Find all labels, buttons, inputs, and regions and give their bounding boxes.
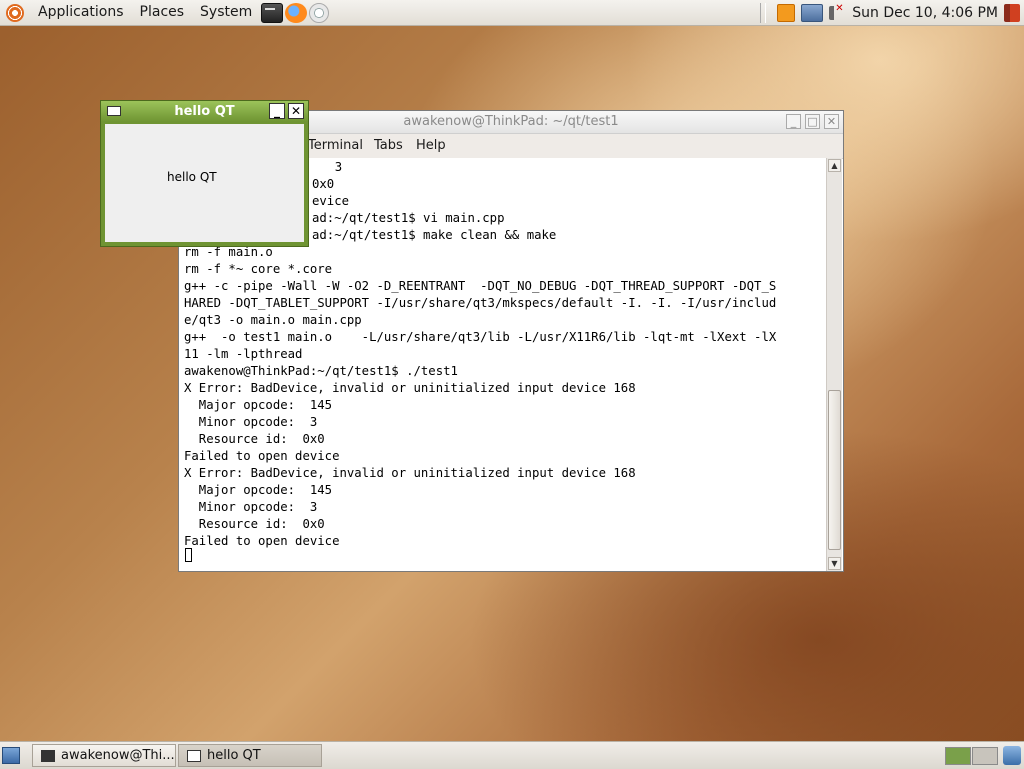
logout-icon[interactable] bbox=[1004, 3, 1020, 22]
terminal-line: Major opcode: 145 bbox=[184, 398, 333, 412]
terminal-menu[interactable]: Terminal bbox=[308, 138, 363, 153]
window-icon bbox=[187, 750, 201, 762]
taskbar-item-label: awakenow@Thi... bbox=[61, 748, 175, 763]
update-notifier-icon[interactable] bbox=[777, 3, 796, 22]
workspace-2[interactable] bbox=[972, 747, 998, 765]
terminal-line: evice bbox=[312, 194, 350, 208]
terminal-line: 3 bbox=[320, 160, 343, 174]
terminal-icon bbox=[41, 750, 55, 762]
evolution-mail-icon[interactable] bbox=[309, 2, 330, 23]
window-menu-icon[interactable] bbox=[107, 106, 121, 116]
qt-close-button[interactable]: ✕ bbox=[288, 103, 304, 119]
terminal-line: rm -f *~ core *.core bbox=[184, 262, 333, 276]
terminal-line: Failed to open device bbox=[184, 534, 340, 548]
volume-muted-icon[interactable] bbox=[829, 3, 844, 20]
text-cursor bbox=[185, 548, 192, 562]
terminal-line: g++ -c -pipe -Wall -W -O2 -D_REENTRANT -… bbox=[184, 279, 777, 293]
terminal-line: e/qt3 -o main.o main.cpp bbox=[184, 313, 362, 327]
terminal-line: HARED -DQT_TABLET_SUPPORT -I/usr/share/q… bbox=[184, 296, 777, 310]
trash-icon[interactable] bbox=[1003, 746, 1021, 765]
places-menu[interactable]: Places bbox=[132, 0, 193, 25]
ubuntu-logo-icon[interactable] bbox=[6, 3, 24, 22]
qt-titlebar[interactable]: hello QT _ ✕ bbox=[101, 101, 308, 122]
qt-window: hello QT _ ✕ hello QT bbox=[100, 100, 309, 247]
hello-label: hello QT bbox=[167, 170, 217, 184]
scrollbar-thumb[interactable] bbox=[828, 390, 841, 550]
system-menu[interactable]: System bbox=[192, 0, 260, 25]
bottom-panel: awakenow@Thi... hello QT bbox=[0, 741, 1024, 769]
scroll-down-arrow-icon[interactable]: ▼ bbox=[828, 557, 841, 570]
terminal-line: 11 -lm -lpthread bbox=[184, 347, 303, 361]
terminal-title: awakenow@ThinkPad: ~/qt/test1 bbox=[403, 114, 619, 129]
applications-menu[interactable]: Applications bbox=[30, 0, 132, 25]
terminal-line: 0x0 bbox=[312, 177, 335, 191]
terminal-line: Minor opcode: 3 bbox=[184, 415, 318, 429]
terminal-line: Resource id: 0x0 bbox=[184, 517, 325, 531]
terminal-line: Failed to open device bbox=[184, 449, 340, 463]
terminal-launcher-icon[interactable] bbox=[261, 2, 284, 23]
terminal-scrollbar[interactable]: ▲ ▼ bbox=[826, 158, 842, 571]
top-panel: Applications Places System Sun Dec 10, 4… bbox=[0, 0, 1024, 26]
qt-minimize-button[interactable]: _ bbox=[269, 103, 285, 119]
taskbar-item-terminal[interactable]: awakenow@Thi... bbox=[32, 744, 176, 767]
maximize-button[interactable]: □ bbox=[805, 114, 820, 129]
terminal-line: X Error: BadDevice, invalid or uninitial… bbox=[184, 466, 636, 480]
minimize-button[interactable]: _ bbox=[786, 114, 801, 129]
close-button[interactable]: ✕ bbox=[824, 114, 839, 129]
terminal-line: awakenow@ThinkPad:~/qt/test1$ ./test1 bbox=[184, 364, 458, 378]
clock[interactable]: Sun Dec 10, 4:06 PM bbox=[852, 5, 998, 21]
show-desktop-icon[interactable] bbox=[2, 747, 20, 764]
taskbar-item-hello-qt[interactable]: hello QT bbox=[178, 744, 322, 767]
terminal-line: Minor opcode: 3 bbox=[184, 500, 318, 514]
taskbar-item-label: hello QT bbox=[207, 748, 261, 763]
terminal-line: Resource id: 0x0 bbox=[184, 432, 325, 446]
terminal-line: X Error: BadDevice, invalid or uninitial… bbox=[184, 381, 636, 395]
panel-separator bbox=[760, 2, 767, 23]
terminal-line: ad:~/qt/test1$ make clean && make bbox=[312, 228, 557, 242]
help-menu[interactable]: Help bbox=[416, 138, 446, 153]
terminal-line: ad:~/qt/test1$ vi main.cpp bbox=[312, 211, 505, 225]
network-icon[interactable] bbox=[801, 3, 824, 22]
qt-client-area: hello QT bbox=[105, 124, 304, 242]
terminal-line: Major opcode: 145 bbox=[184, 483, 333, 497]
firefox-icon[interactable] bbox=[285, 2, 308, 23]
tabs-menu[interactable]: Tabs bbox=[374, 138, 403, 153]
terminal-line: g++ -o test1 main.o -L/usr/share/qt3/lib… bbox=[184, 330, 777, 344]
scroll-up-arrow-icon[interactable]: ▲ bbox=[828, 159, 841, 172]
workspace-1[interactable] bbox=[945, 747, 971, 765]
qt-window-title: hello QT bbox=[174, 104, 235, 119]
